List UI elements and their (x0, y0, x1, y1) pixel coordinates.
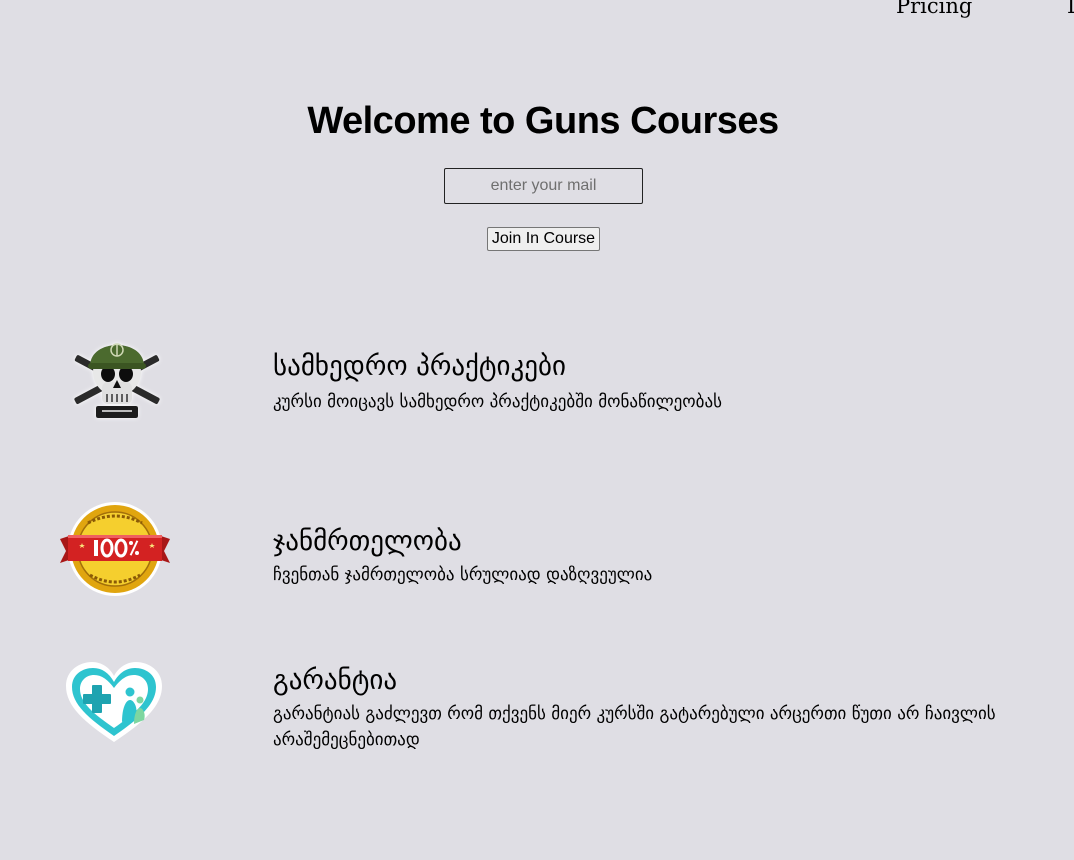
top-nav: Pricing L (0, 0, 1074, 23)
feature-description: კურსი მოიცავს სამხედრო პრაქტიკებში მონაწ… (273, 392, 722, 412)
email-input[interactable] (444, 168, 643, 204)
page-title: Welcome to Guns Courses (307, 100, 779, 142)
satisfaction-guarantee-badge-icon (60, 502, 170, 596)
skull-helmet-icon (74, 343, 160, 418)
feature-description: გარანტიას გაძლევთ რომ თქვენს მიერ კურსში… (273, 704, 996, 750)
health-heart-icon (66, 662, 162, 742)
feature-title: ჯანმრთელობა (273, 526, 462, 557)
feature-title: გარანტია (273, 665, 398, 696)
nav-link-clipped[interactable]: L (1067, 0, 1074, 19)
feature-title: სამხედრო პრაქტიკები (273, 351, 566, 382)
join-course-button[interactable]: Join In Course (487, 227, 600, 251)
nav-link-pricing[interactable]: Pricing (896, 0, 972, 19)
feature-description: ჩვენთან ჯამრთელობა სრულიად დაზღვეულია (273, 565, 653, 585)
